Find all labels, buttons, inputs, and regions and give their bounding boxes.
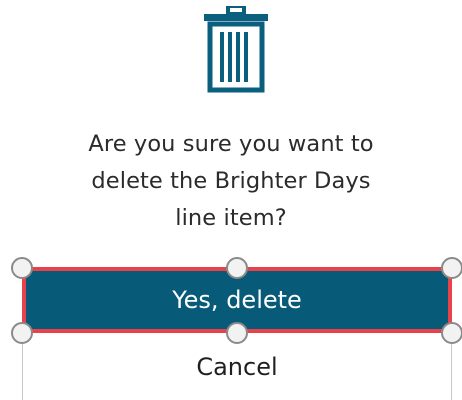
message-line-3: line item?: [175, 205, 287, 231]
resize-handle-bottom-center[interactable]: [226, 322, 248, 344]
trash-icon: [204, 6, 268, 93]
message-line-1: Are you sure you want to: [88, 131, 374, 157]
resize-handle-bottom-right[interactable]: [441, 322, 462, 344]
resize-handle-top-left[interactable]: [11, 257, 33, 279]
resize-handle-top-right[interactable]: [441, 257, 462, 279]
message-line-2: delete the Brighter Days: [91, 168, 371, 194]
confirmation-message: Are you sure you want to delete the Brig…: [40, 126, 422, 237]
resize-handle-top-center[interactable]: [226, 257, 248, 279]
resize-handle-bottom-left[interactable]: [11, 322, 33, 344]
